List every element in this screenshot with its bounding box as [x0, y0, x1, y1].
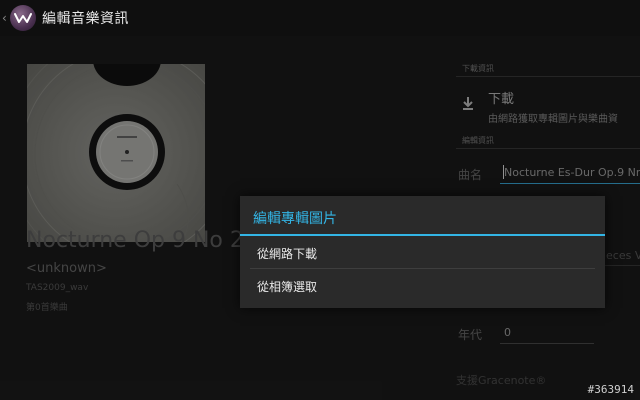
download-from-web-option[interactable]: 從網路下載	[240, 236, 605, 268]
chevron-left-icon: ‹	[2, 11, 7, 25]
walkman-icon	[10, 5, 36, 31]
page-title: 編輯音樂資訊	[42, 11, 129, 27]
action-bar: ‹ 編輯音樂資訊	[0, 0, 640, 36]
up-button[interactable]: ‹	[0, 0, 36, 36]
dialog-title: 編輯專輯圖片	[240, 196, 605, 236]
edit-album-art-dialog: 編輯專輯圖片 從網路下載 從相簿選取	[240, 196, 605, 308]
watermark: #363914	[587, 383, 634, 396]
choose-from-gallery-option[interactable]: 從相簿選取	[240, 269, 605, 301]
